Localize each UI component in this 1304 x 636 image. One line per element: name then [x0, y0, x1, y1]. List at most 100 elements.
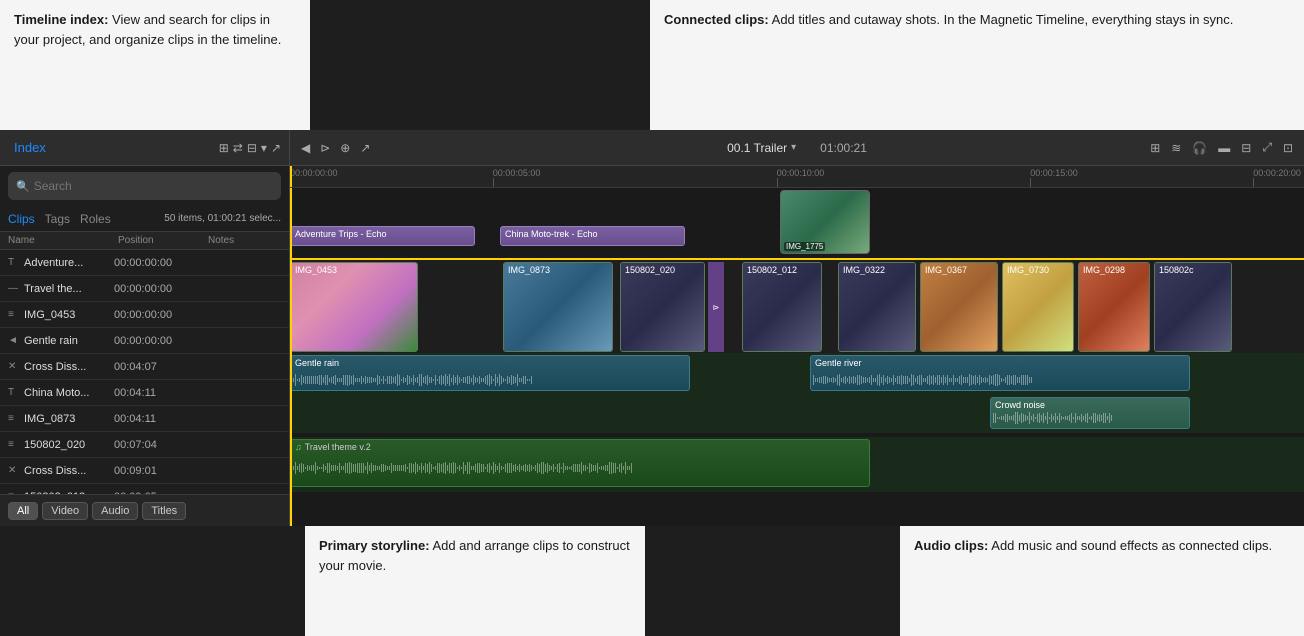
filter-btn-video[interactable]: Video [42, 502, 88, 520]
wave-bar [549, 465, 550, 471]
audio-clip-travel-theme[interactable]: ♫ Travel theme v.2 [290, 439, 870, 487]
tl-icon-clip[interactable]: ≋ [1168, 139, 1184, 157]
wave-bar [305, 467, 306, 470]
primary-clip-img0367[interactable]: IMG_0367 [920, 262, 998, 352]
wave-bar [515, 464, 516, 473]
primary-clip-img0322[interactable]: IMG_0322 [838, 262, 916, 352]
wave-bar [487, 464, 488, 471]
tl-icon-back[interactable]: ◀ [298, 139, 313, 157]
wave-bar [1027, 416, 1028, 419]
wave-bar [1017, 412, 1018, 423]
primary-clip-150802c[interactable]: 150802c [1154, 262, 1232, 352]
tl-icon-arrow[interactable]: ↗ [357, 139, 373, 157]
wave-bar [315, 462, 316, 473]
wave-bar [465, 377, 466, 384]
wave-bar [1087, 413, 1088, 423]
table-row[interactable]: ≡ 150802_020 00:07:04 [0, 432, 289, 458]
wave-bar [375, 378, 376, 382]
sidebar-tab-index[interactable]: Index [8, 138, 52, 157]
table-row[interactable]: ≡ IMG_0453 00:00:00:00 [0, 302, 289, 328]
wave-bar [437, 463, 438, 474]
tl-icon-grid[interactable]: ⊟ [1238, 139, 1254, 157]
wave-bar [597, 463, 598, 474]
wave-bar [965, 377, 966, 383]
wave-bar [349, 375, 350, 385]
wave-bar [907, 376, 908, 383]
table-row[interactable]: ✕ Cross Diss... 00:04:07 [0, 354, 289, 380]
wave-bar [917, 376, 918, 384]
wave-bar [421, 374, 422, 386]
search-input[interactable] [34, 179, 273, 193]
connected-clip-adventure[interactable]: Adventure Trips - Echo [290, 226, 475, 246]
primary-clip-img0453[interactable]: IMG_0453 [290, 262, 418, 352]
connected-clip-img1775[interactable]: IMG_1775 [780, 190, 870, 254]
table-row[interactable]: ◄ Gentle rain 00:00:00:00 [0, 328, 289, 354]
primary-clip-img0730[interactable]: IMG_0730 [1002, 262, 1074, 352]
timeline-title-dropdown[interactable]: ▾ [791, 142, 796, 153]
primary-clip-150802012[interactable]: 150802_012 [742, 262, 822, 352]
wave-bar [1053, 416, 1054, 419]
wave-bar [473, 466, 474, 471]
wave-bar [951, 378, 952, 382]
wave-bar [475, 464, 476, 472]
wave-bar [573, 464, 574, 472]
filter-btn-titles[interactable]: Titles [142, 502, 186, 520]
transition-marker-1[interactable]: ⊳ [708, 262, 724, 352]
table-row[interactable]: ≡ IMG_0873 00:04:11 [0, 406, 289, 432]
sidebar-icon-4[interactable]: ▾ [261, 141, 267, 155]
wave-bar [519, 378, 520, 382]
wave-bar [389, 376, 390, 385]
wave-bar [451, 463, 452, 474]
filter-btn-audio[interactable]: Audio [92, 502, 138, 520]
row-position: 00:00:00:00 [114, 257, 204, 269]
wave-bar [489, 374, 490, 385]
sidebar-toolbar-icons: ⊞ ⇄ ⊟ ▾ ↗ [219, 141, 281, 155]
audio-clip-gentle-river[interactable]: Gentle river [810, 355, 1190, 391]
audio-clip-crowd-noise[interactable]: Crowd noise [990, 397, 1190, 429]
tl-icon-expand[interactable]: ⤢ [1259, 138, 1275, 157]
table-row[interactable]: T Adventure... 00:00:00:00 [0, 250, 289, 276]
wave-bar [553, 464, 554, 473]
filter-btn-all[interactable]: All [8, 502, 38, 520]
table-row[interactable]: ✕ Cross Diss... 00:09:01 [0, 458, 289, 484]
table-row[interactable]: — Travel the... 00:00:00:00 [0, 276, 289, 302]
row-name: IMG_0453 [24, 309, 114, 321]
timeline-content[interactable]: IMG_1775 Adventure Trips - Echo China Mo… [290, 188, 1304, 526]
timeline[interactable]: ◀ ⊳ ⊕ ↗ 00.1 Trailer ▾ 01:00:21 ⊞ ≋ 🎧 ▬ … [290, 130, 1304, 526]
wave-bar [1093, 413, 1094, 423]
tab-roles[interactable]: Roles [80, 212, 111, 226]
connected-clip-china[interactable]: China Moto-trek - Echo [500, 226, 685, 246]
search-bar: 🔍 [8, 172, 281, 200]
wave-bar [341, 378, 342, 382]
wave-bar [561, 467, 562, 469]
wave-bar [1017, 377, 1018, 383]
sidebar-icon-1[interactable]: ⊞ [219, 141, 229, 155]
row-position: 00:04:11 [114, 387, 204, 399]
table-row[interactable]: ≡ 150802_012 00:09:05 [0, 484, 289, 494]
sidebar-icon-3[interactable]: ⊟ [247, 141, 257, 155]
primary-clip-img0298[interactable]: IMG_0298 [1078, 262, 1150, 352]
wave-bar [563, 463, 564, 474]
audio-clip-gentle-rain[interactable]: Gentle rain [290, 355, 690, 391]
tl-icon-nav[interactable]: ⊳ [317, 139, 333, 157]
tl-icon-headphone[interactable]: 🎧 [1189, 139, 1210, 157]
primary-clip-img0873[interactable]: IMG_0873 [503, 262, 613, 352]
tl-icon-fullscreen[interactable]: ⊡ [1280, 139, 1296, 157]
tab-tags[interactable]: Tags [45, 212, 70, 226]
timeline-right-icons: ⊞ ≋ 🎧 ▬ ⊟ ⤢ ⊡ [1147, 138, 1296, 157]
sidebar-icon-2[interactable]: ⇄ [233, 141, 243, 155]
row-position: 00:07:04 [114, 439, 204, 451]
tl-icon-tools[interactable]: ⊕ [337, 139, 353, 157]
wave-bar [527, 379, 528, 381]
wave-bar [839, 374, 840, 386]
table-row[interactable]: T China Moto... 00:04:11 [0, 380, 289, 406]
top-left-bold: Timeline index: [14, 12, 108, 27]
wave-bar [1009, 416, 1010, 419]
wave-bar [1069, 415, 1070, 422]
tl-icon-plus[interactable]: ⊞ [1147, 139, 1163, 157]
tab-clips[interactable]: Clips [8, 212, 35, 226]
sidebar-icon-arrow[interactable]: ↗ [271, 141, 281, 155]
primary-clip-150802020[interactable]: 150802_020 [620, 262, 705, 352]
tl-icon-video[interactable]: ▬ [1215, 139, 1233, 157]
wave-bar [1099, 414, 1100, 422]
